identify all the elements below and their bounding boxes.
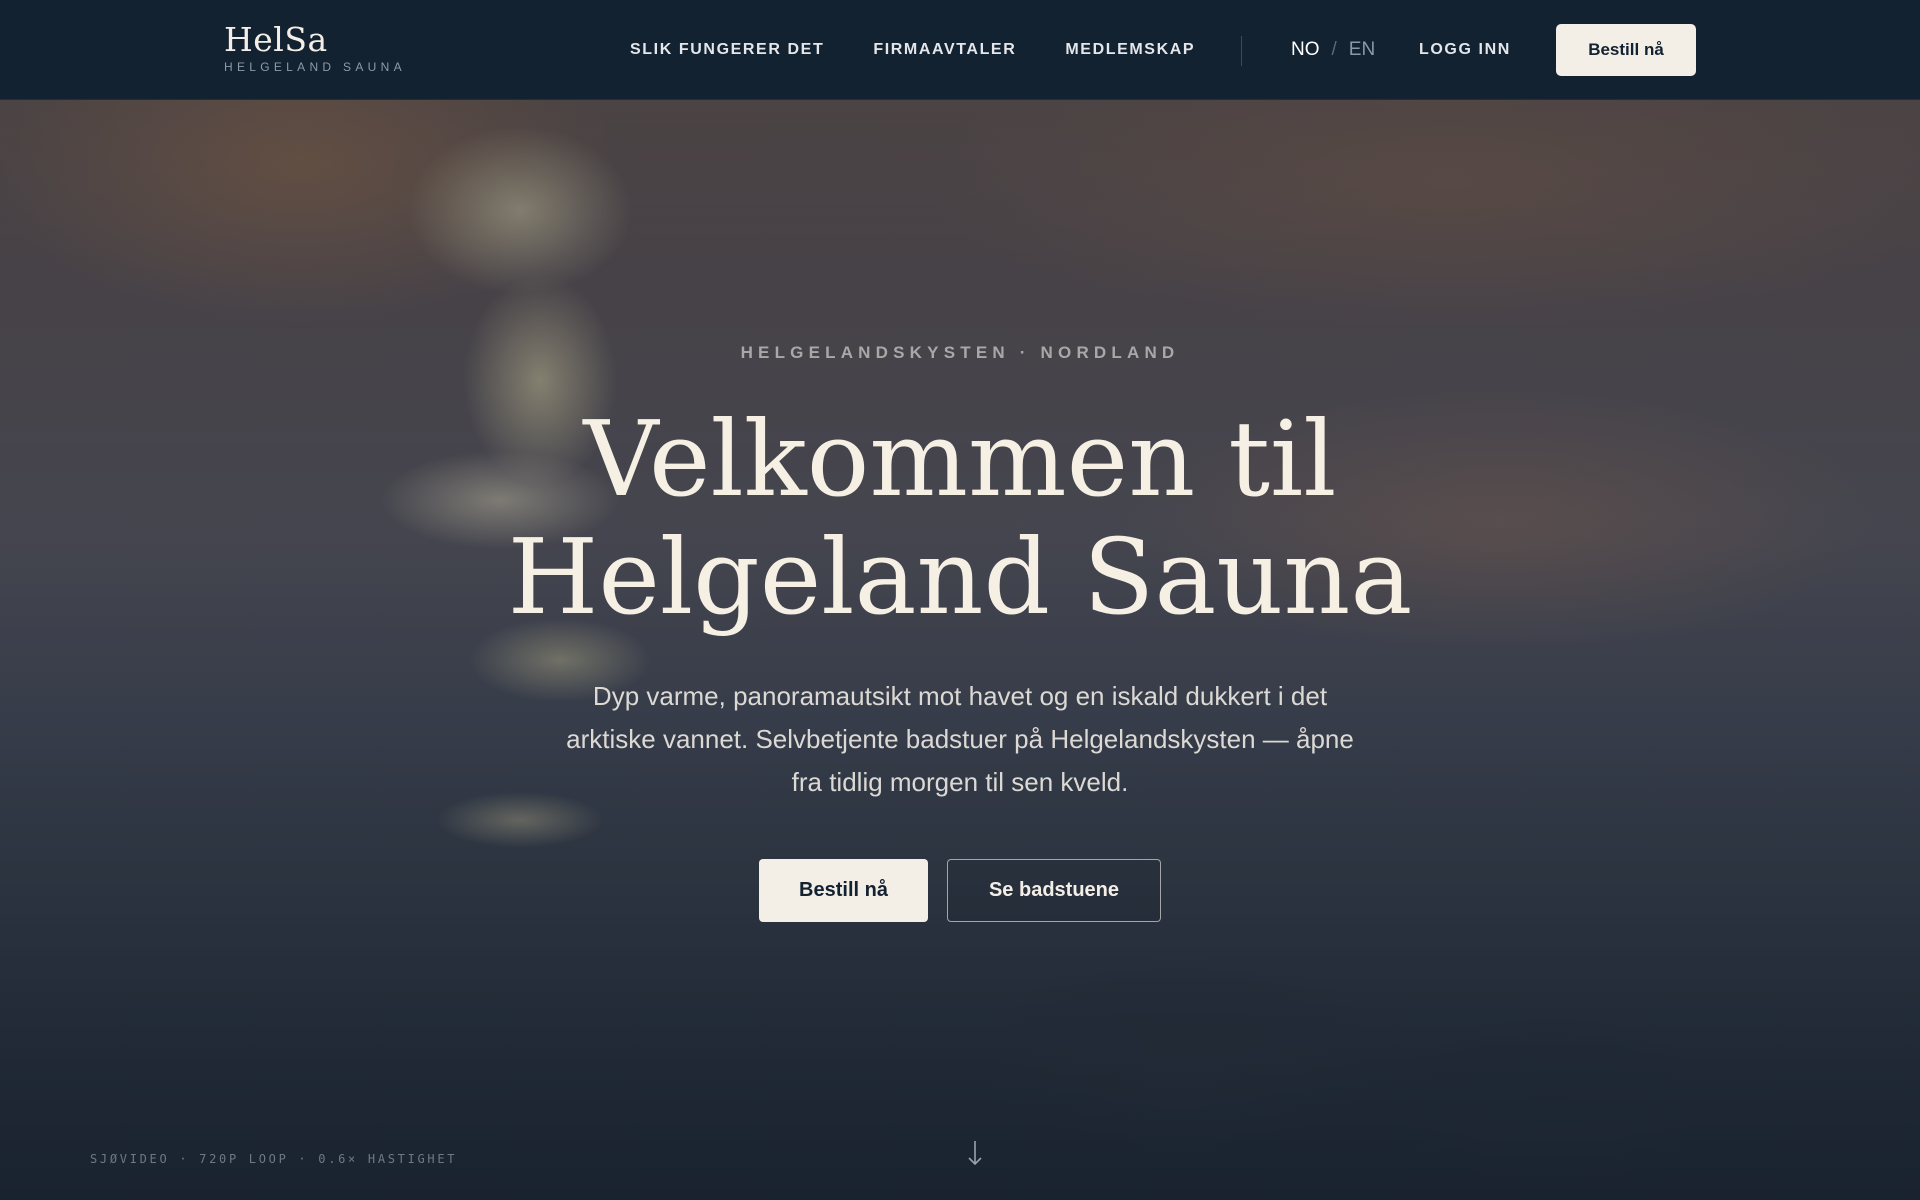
hero-description: Dyp varme, panoramautsikt mot havet og e… <box>566 681 1354 797</box>
hero-actions: Bestill nå Se badstuene <box>759 859 1161 922</box>
lang-option-no[interactable]: NO <box>1291 39 1320 61</box>
login-link[interactable]: LOGG INN <box>1419 36 1511 64</box>
hero-book-button[interactable]: Bestill nå <box>759 859 928 922</box>
video-caption: SJØVIDEO · 720P LOOP · 0.6× HASTIGHET <box>90 1152 458 1166</box>
hero-title-line-1: Velkommen til <box>583 398 1337 520</box>
nav-divider <box>1241 36 1242 66</box>
hero-section: HELGELANDSKYSTEN · NORDLAND Velkommen ti… <box>0 100 1920 1200</box>
arrow-down-icon[interactable] <box>964 1138 986 1168</box>
lang-option-en[interactable]: EN <box>1349 39 1375 61</box>
logo[interactable]: HelSa HELGELAND SAUNA <box>224 20 406 75</box>
nav-link-membership[interactable]: MEDLEMSKAP <box>1065 41 1195 59</box>
language-switcher: NO / EN <box>1291 36 1375 64</box>
main-nav: SLIK FUNGERER DET FIRMAAVTALER MEDLEMSKA… <box>630 0 1244 100</box>
header-book-button[interactable]: Bestill nå <box>1556 24 1696 76</box>
nav-link-corporate[interactable]: FIRMAAVTALER <box>873 41 1016 59</box>
hero-overlay <box>0 100 1920 1200</box>
site-header: HelSa HELGELAND SAUNA SLIK FUNGERER DET … <box>0 0 1920 100</box>
lang-separator: / <box>1331 39 1337 60</box>
logo-tagline: HELGELAND SAUNA <box>224 60 406 74</box>
logo-wordmark: HelSa <box>224 20 328 59</box>
hero-title: Velkommen til Helgeland Sauna <box>460 400 1460 636</box>
nav-link-how-it-works[interactable]: SLIK FUNGERER DET <box>630 41 824 59</box>
hero-eyebrow: HELGELANDSKYSTEN · NORDLAND <box>740 343 1180 362</box>
hero-title-line-2: Helgeland Sauna <box>507 516 1413 638</box>
see-saunas-button[interactable]: Se badstuene <box>947 859 1161 922</box>
